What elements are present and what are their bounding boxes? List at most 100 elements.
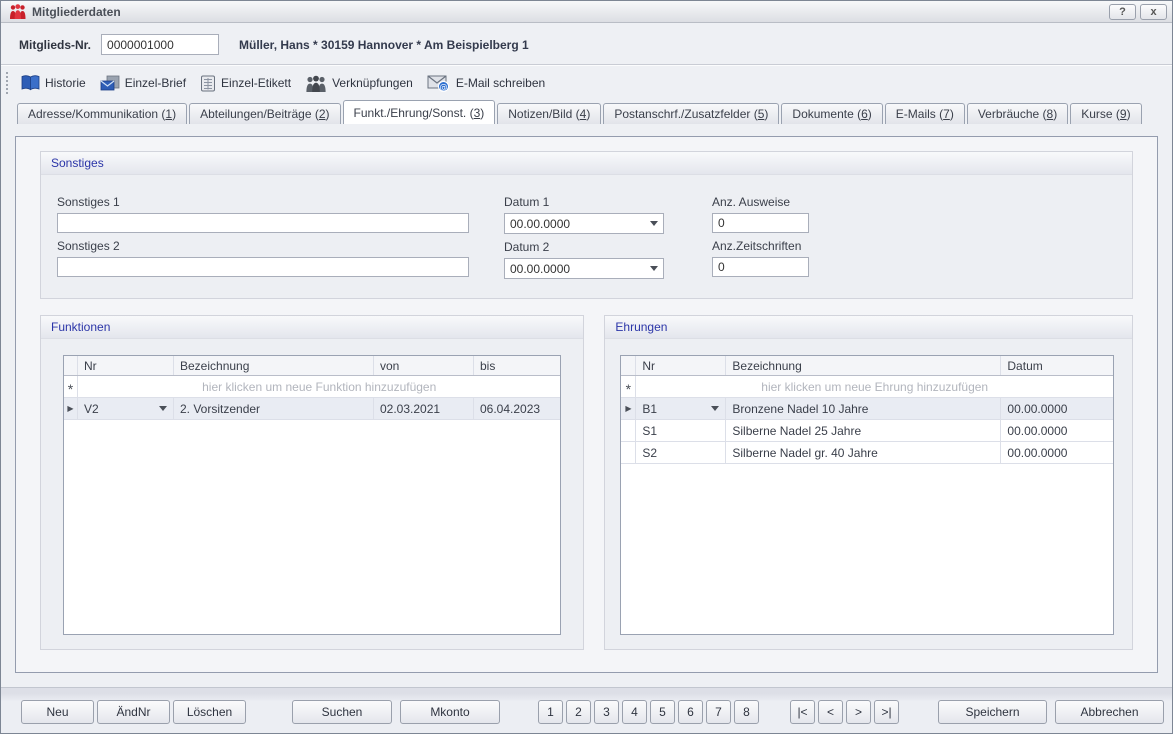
tab-dokumente[interactable]: Dokumente (6) bbox=[781, 103, 882, 124]
funktionen-von-cell[interactable]: 02.03.2021 bbox=[374, 398, 474, 419]
abbrechen-button[interactable]: Abbrechen bbox=[1055, 700, 1164, 724]
ehrungen-group-header: Ehrungen bbox=[605, 316, 1132, 339]
datum2-combobox[interactable]: 00.00.0000 bbox=[504, 258, 664, 279]
funktionen-group: Funktionen Nr Bezeichnung von bis * hier… bbox=[40, 315, 584, 650]
chevron-down-icon[interactable] bbox=[159, 406, 167, 411]
page-2-button[interactable]: 2 bbox=[566, 700, 591, 724]
anz-ausweise-input[interactable] bbox=[712, 213, 809, 233]
ehrungen-bezeichnung-cell[interactable]: Silberne Nadel 25 Jahre bbox=[726, 420, 1001, 441]
chevron-down-icon bbox=[650, 221, 658, 226]
row-selector bbox=[621, 442, 636, 463]
aendnr-button[interactable]: ÄndNr bbox=[97, 700, 170, 724]
column-header-bezeichnung: Bezeichnung bbox=[726, 356, 1001, 375]
tab-content-panel: Sonstiges Sonstiges 1 Sonstiges 2 Datum … bbox=[15, 136, 1158, 673]
ehrungen-grid: Nr Bezeichnung Datum * hier klicken um n… bbox=[620, 355, 1114, 635]
ehrungen-datum-cell[interactable]: 00.00.0000 bbox=[1001, 398, 1113, 419]
speichern-button[interactable]: Speichern bbox=[938, 700, 1047, 724]
member-summary: Müller, Hans * 30159 Hannover * Am Beisp… bbox=[239, 38, 529, 52]
ehrungen-row-0[interactable]: ▶ B1 Bronzene Nadel 10 Jahre 00.00.0000 bbox=[621, 398, 1113, 420]
chevron-down-icon bbox=[650, 266, 658, 271]
mitgliederdaten-window: Mitgliederdaten ? x Mitglieds-Nr. Müller… bbox=[0, 0, 1173, 734]
funktionen-bis-cell[interactable]: 06.04.2023 bbox=[474, 398, 560, 419]
neu-button[interactable]: Neu bbox=[21, 700, 94, 724]
email-schreiben-label: E-Mail schreiben bbox=[456, 76, 545, 90]
einzel-etikett-button[interactable]: Einzel-Etikett bbox=[193, 71, 298, 96]
historie-button[interactable]: Historie bbox=[14, 71, 93, 95]
page-5-button[interactable]: 5 bbox=[650, 700, 675, 724]
current-row-icon: ▶ bbox=[621, 398, 636, 419]
ehrungen-bezeichnung-cell[interactable]: Silberne Nadel gr. 40 Jahre bbox=[726, 442, 1001, 463]
tab-bar: Adresse/Kommunikation (1) Abteilungen/Be… bbox=[1, 100, 1172, 124]
email-schreiben-button[interactable]: @ E-Mail schreiben bbox=[420, 70, 552, 96]
ehrungen-row-2[interactable]: S2 Silberne Nadel gr. 40 Jahre 00.00.000… bbox=[621, 442, 1113, 464]
ehrungen-nr-cell[interactable]: S2 bbox=[636, 442, 726, 463]
sonstiges2-input[interactable] bbox=[57, 257, 469, 277]
page-8-button[interactable]: 8 bbox=[734, 700, 759, 724]
sonstiges-group: Sonstiges Sonstiges 1 Sonstiges 2 Datum … bbox=[40, 151, 1133, 299]
tab-verbraeuche[interactable]: Verbräuche (8) bbox=[967, 103, 1068, 124]
tab-abteilungen-beitraege[interactable]: Abteilungen/Beiträge (2) bbox=[189, 103, 340, 124]
mkonto-button[interactable]: Mkonto bbox=[400, 700, 500, 724]
funktionen-header-row: Nr Bezeichnung von bis bbox=[64, 356, 560, 376]
page-7-button[interactable]: 7 bbox=[706, 700, 731, 724]
chevron-down-icon[interactable] bbox=[711, 406, 719, 411]
ehrungen-datum-cell[interactable]: 00.00.0000 bbox=[1001, 442, 1113, 463]
tab-notizen-bild[interactable]: Notizen/Bild (4) bbox=[497, 103, 601, 124]
sonstiges1-input[interactable] bbox=[57, 213, 469, 233]
window-title: Mitgliederdaten bbox=[32, 5, 1105, 19]
ehrungen-group: Ehrungen Nr Bezeichnung Datum * hier kli… bbox=[604, 315, 1133, 650]
page-6-button[interactable]: 6 bbox=[678, 700, 703, 724]
ehrungen-nr-cell[interactable]: S1 bbox=[636, 420, 726, 441]
sonstiges1-label: Sonstiges 1 bbox=[57, 195, 469, 209]
ehrungen-header-row: Nr Bezeichnung Datum bbox=[621, 356, 1113, 376]
ehrungen-datum-cell[interactable]: 00.00.0000 bbox=[1001, 420, 1113, 441]
new-row-icon: * bbox=[64, 376, 78, 397]
ehrungen-nr-cell[interactable]: B1 bbox=[636, 398, 726, 419]
funktionen-row-0[interactable]: ▶ V2 2. Vorsitzender 02.03.2021 06.04.20… bbox=[64, 398, 560, 420]
help-button[interactable]: ? bbox=[1109, 4, 1136, 20]
row-selector-header bbox=[64, 356, 78, 375]
label-icon bbox=[200, 75, 216, 92]
page-1-button[interactable]: 1 bbox=[538, 700, 563, 724]
page-3-button[interactable]: 3 bbox=[594, 700, 619, 724]
suchen-button[interactable]: Suchen bbox=[292, 700, 392, 724]
sonstiges-title: Sonstiges bbox=[51, 156, 104, 170]
tab-kurse[interactable]: Kurse (9) bbox=[1070, 103, 1141, 124]
page-buttons: 1 2 3 4 5 6 7 8 bbox=[538, 700, 762, 724]
svg-text:@: @ bbox=[439, 82, 447, 91]
email-at-icon: @ bbox=[427, 74, 451, 92]
loeschen-button[interactable]: Löschen bbox=[173, 700, 246, 724]
funktionen-new-row[interactable]: * hier klicken um neue Funktion hinzuzuf… bbox=[64, 376, 560, 398]
toolbar-grip[interactable] bbox=[5, 71, 9, 95]
close-button[interactable]: x bbox=[1140, 4, 1167, 20]
anz-zeitschriften-input[interactable] bbox=[712, 257, 809, 277]
member-no-input[interactable] bbox=[101, 34, 219, 55]
funktionen-bezeichnung-cell[interactable]: 2. Vorsitzender bbox=[174, 398, 374, 419]
ehrungen-new-row[interactable]: * hier klicken um neue Ehrung hinzuzufüg… bbox=[621, 376, 1113, 398]
page-4-button[interactable]: 4 bbox=[622, 700, 647, 724]
next-record-button[interactable]: > bbox=[846, 700, 871, 724]
tab-postanschr-zusatzfelder[interactable]: Postanschrf./Zusatzfelder (5) bbox=[603, 103, 779, 124]
title-bar: Mitgliederdaten ? x bbox=[1, 1, 1172, 23]
first-record-button[interactable]: |< bbox=[790, 700, 815, 724]
tab-emails[interactable]: E-Mails (7) bbox=[885, 103, 965, 124]
einzel-etikett-label: Einzel-Etikett bbox=[221, 76, 291, 90]
people-icon bbox=[305, 75, 327, 92]
einzel-brief-button[interactable]: Einzel-Brief bbox=[93, 71, 193, 95]
letter-icon bbox=[100, 75, 120, 91]
verknuepfungen-button[interactable]: Verknüpfungen bbox=[298, 71, 420, 96]
datum1-label: Datum 1 bbox=[504, 195, 664, 209]
prev-record-button[interactable]: < bbox=[818, 700, 843, 724]
current-row-icon: ▶ bbox=[64, 398, 78, 419]
nav-buttons: |< < > >| bbox=[790, 700, 902, 724]
members-icon bbox=[9, 4, 27, 19]
tab-adresse-kommunikation[interactable]: Adresse/Kommunikation (1) bbox=[17, 103, 187, 124]
funktionen-nr-cell[interactable]: V2 bbox=[78, 398, 174, 419]
column-header-bis: bis bbox=[474, 356, 560, 375]
last-record-button[interactable]: >| bbox=[874, 700, 899, 724]
ehrungen-bezeichnung-cell[interactable]: Bronzene Nadel 10 Jahre bbox=[726, 398, 1001, 419]
new-row-icon: * bbox=[621, 376, 636, 397]
tab-funkt-ehrung-sonst[interactable]: Funkt./Ehrung/Sonst. (3) bbox=[343, 100, 496, 124]
datum1-combobox[interactable]: 00.00.0000 bbox=[504, 213, 664, 234]
ehrungen-row-1[interactable]: S1 Silberne Nadel 25 Jahre 00.00.0000 bbox=[621, 420, 1113, 442]
